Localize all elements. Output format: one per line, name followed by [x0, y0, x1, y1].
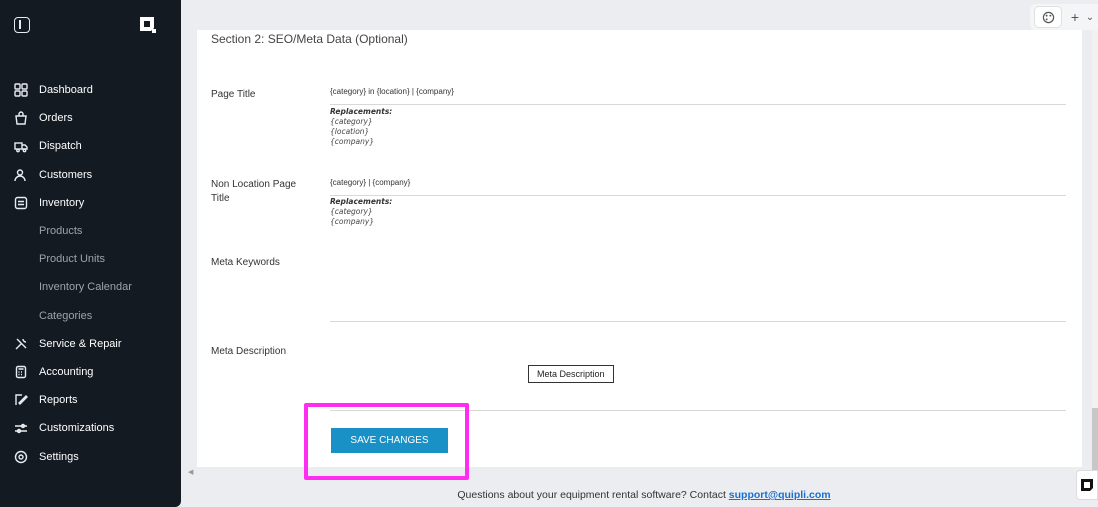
label-line: Title — [211, 193, 230, 204]
sidebar-nav: Dashboard Orders Dispatch Customers Inve… — [0, 76, 181, 471]
meta-description-label: Meta Description — [211, 346, 287, 357]
scroll-left-arrow-icon[interactable]: ◀ — [188, 468, 193, 476]
sidebar-item-label: Inventory Calendar — [39, 281, 132, 294]
truck-icon — [14, 139, 28, 153]
footer-text: Questions about your equipment rental so… — [457, 489, 729, 501]
sidebar-item-inventory[interactable]: Inventory — [0, 189, 181, 217]
top-actions: + ⌄ — [1030, 4, 1098, 30]
sidebar-item-label: Categories — [39, 309, 93, 322]
replacement-item: {company} — [330, 137, 375, 146]
sidebar-item-service-repair[interactable]: Service & Repair — [0, 330, 181, 358]
replacement-item: {location} — [330, 127, 370, 136]
sidebar-item-label: Dispatch — [39, 140, 82, 153]
page-title-underline — [330, 104, 1066, 105]
sidebar-item-label: Customizations — [39, 422, 115, 435]
pencil-icon — [14, 393, 28, 407]
meta-keywords-underline — [330, 321, 1066, 322]
seo-meta-panel: Section 2: SEO/Meta Data (Optional) Page… — [197, 30, 1082, 467]
sidebar-item-label: Products — [39, 225, 83, 238]
label-line: Non Location Page — [211, 179, 297, 190]
plus-icon[interactable]: + — [1068, 6, 1082, 28]
highlight-box — [304, 403, 469, 480]
sidebar-item-label: Product Units — [39, 253, 106, 266]
replacements-header: Replacements: — [330, 197, 393, 206]
support-email-link[interactable]: support@quipli.com — [729, 489, 831, 501]
grid-icon — [14, 83, 28, 97]
sidebar-item-label: Accounting — [39, 365, 94, 378]
replacement-item: {category} — [330, 207, 373, 216]
sidebar-item-reports[interactable]: Reports — [0, 386, 181, 414]
sidebar-item-orders[interactable]: Orders — [0, 104, 181, 132]
non-location-title-replacements: Replacements: {category} {company} — [330, 197, 392, 227]
sidebar-item-customers[interactable]: Customers — [0, 161, 181, 189]
gear-icon — [14, 450, 28, 464]
sidebar-item-label: Orders — [39, 112, 73, 125]
non-location-title-input[interactable]: {category} | {company} — [330, 178, 410, 187]
replacements-header: Replacements: — [330, 107, 393, 116]
meta-keywords-textarea[interactable] — [330, 252, 1066, 320]
footer: Questions about your equipment rental so… — [0, 489, 1098, 501]
calculator-icon — [14, 365, 28, 379]
sidebar-item-products[interactable]: Products — [0, 217, 181, 245]
sliders-icon — [14, 421, 28, 435]
sidebar-toggle-icon[interactable] — [14, 17, 30, 33]
sidebar-item-label: Service & Repair — [39, 337, 122, 350]
replacement-item: {company} — [330, 217, 375, 226]
sidebar-item-accounting[interactable]: Accounting — [0, 358, 181, 386]
non-location-title-underline — [330, 195, 1066, 196]
meta-description-tooltip: Meta Description — [528, 365, 614, 383]
replacement-item: {category} — [330, 117, 373, 126]
sidebar-item-dispatch[interactable]: Dispatch — [0, 132, 181, 160]
vertical-scrollbar-thumb[interactable] — [1092, 408, 1098, 478]
bag-icon — [14, 111, 28, 125]
chevron-down-icon[interactable]: ⌄ — [1082, 6, 1098, 28]
users-icon — [14, 168, 28, 182]
page-title-label: Page Title — [211, 89, 256, 100]
meta-description-textarea[interactable] — [330, 340, 1066, 408]
meta-keywords-label: Meta Keywords — [211, 257, 280, 268]
inventory-icon — [14, 196, 28, 210]
sidebar-item-categories[interactable]: Categories — [0, 302, 181, 330]
quipli-logo[interactable] — [136, 13, 158, 35]
sidebar-item-label: Dashboard — [39, 84, 93, 97]
page-title-replacements: Replacements: {category} {location} {com… — [330, 107, 392, 147]
sidebar-item-label: Customers — [39, 168, 93, 181]
sidebar-item-settings[interactable]: Settings — [0, 442, 181, 470]
chat-widget-icon[interactable] — [1076, 470, 1098, 500]
sidebar-item-label: Inventory — [39, 196, 85, 209]
sidebar-item-dashboard[interactable]: Dashboard — [0, 76, 181, 104]
page-title-input[interactable]: {category} in {location} | {company} — [330, 87, 454, 96]
sidebar-item-label: Settings — [39, 450, 79, 463]
non-location-title-label: Non Location Page Title — [211, 178, 296, 206]
palette-icon[interactable] — [1034, 6, 1062, 28]
sidebar-item-product-units[interactable]: Product Units — [0, 245, 181, 273]
tools-icon — [14, 337, 28, 351]
section-title: Section 2: SEO/Meta Data (Optional) — [211, 32, 408, 46]
sidebar-item-label: Reports — [39, 394, 78, 407]
sidebar: Dashboard Orders Dispatch Customers Inve… — [0, 0, 181, 507]
sidebar-item-customizations[interactable]: Customizations — [0, 414, 181, 442]
sidebar-item-inventory-calendar[interactable]: Inventory Calendar — [0, 273, 181, 301]
